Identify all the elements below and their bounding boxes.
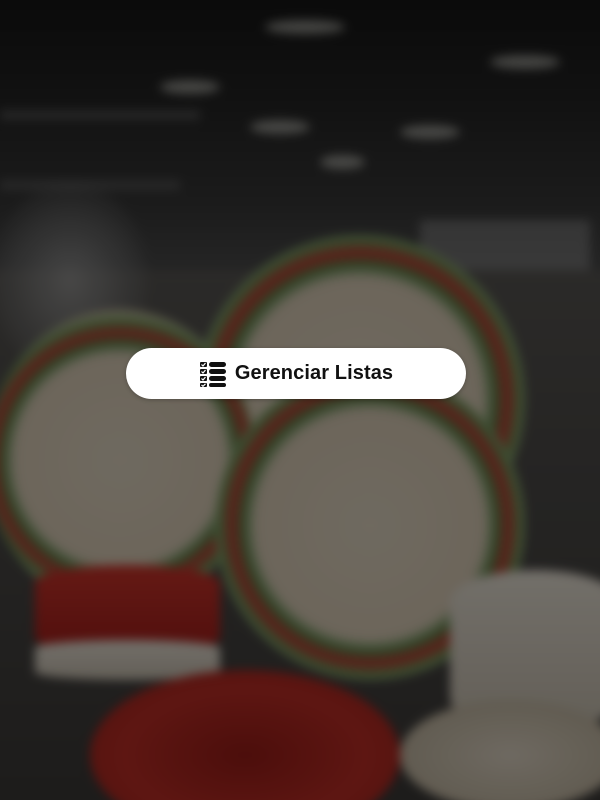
manage-lists-label: Gerenciar Listas [234, 362, 394, 384]
dim-overlay [0, 0, 600, 800]
manage-lists-button[interactable]: Gerenciar Listas [126, 348, 466, 399]
list-checks-icon [199, 360, 227, 388]
screen: Gerenciar Listas [0, 0, 600, 800]
